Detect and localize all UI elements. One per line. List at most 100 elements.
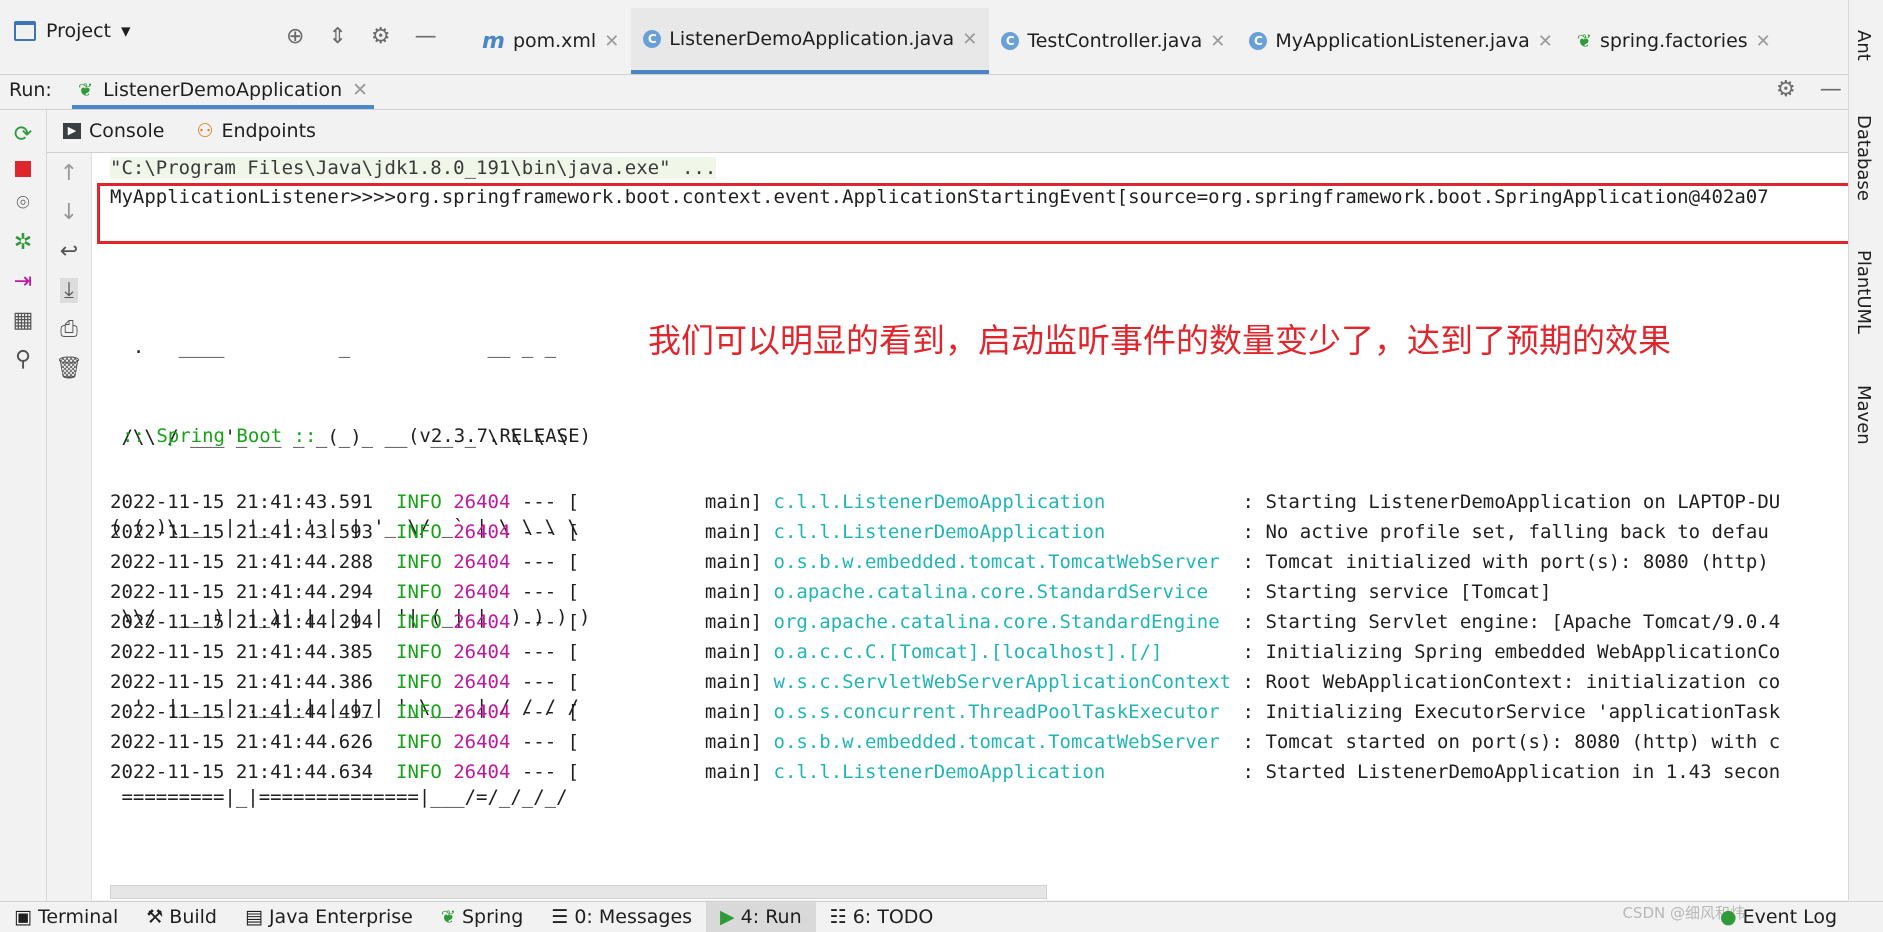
close-icon[interactable]: ✕ — [1756, 31, 1771, 52]
log-logger: w.s.c.ServletWebServerApplicationContext — [773, 671, 1232, 693]
minimize-icon[interactable]: — — [1820, 77, 1842, 102]
arrow-down-icon[interactable]: ↓ — [60, 200, 78, 225]
banner-line: . ____ _ __ _ _ — [110, 336, 557, 358]
log-timestamp: 2022-11-15 21:41:44.634 — [110, 761, 374, 783]
log-timestamp: 2022-11-15 21:41:44.385 — [110, 641, 374, 663]
tab-endpoints[interactable]: ⚇ Endpoints — [180, 110, 332, 152]
pin-icon[interactable]: ⚲ — [15, 347, 31, 372]
tool-spring[interactable]: ❦ Spring — [427, 902, 537, 932]
tool-ant[interactable]: Ant — [1853, 30, 1874, 61]
log-message: Initializing ExecutorService 'applicatio… — [1265, 701, 1781, 723]
annotation-text: 我们可以明显的看到，启动监听事件的数量变少了，达到了预期的效果 — [648, 321, 1671, 360]
enterprise-icon: ▤ — [245, 906, 263, 928]
breadcrumb-strip — [0, 0, 1883, 8]
log-timestamp: 2022-11-15 21:41:44.386 — [110, 671, 374, 693]
arrow-up-icon[interactable]: ↑ — [60, 161, 78, 186]
exit-icon[interactable]: ⇥ — [14, 269, 32, 294]
chevron-down-icon[interactable]: ▾ — [121, 20, 131, 42]
endpoints-icon: ⚇ — [196, 120, 214, 142]
spring-leaf-icon: ❦ — [440, 906, 456, 928]
event-log-button[interactable]: ● Event Log — [1720, 906, 1837, 928]
gear-icon[interactable]: ⚙ — [1776, 77, 1796, 102]
log-level: INFO — [396, 491, 442, 513]
log-timestamp: 2022-11-15 21:41:43.591 — [110, 491, 374, 513]
layout-icon[interactable]: ▦ — [13, 308, 34, 333]
close-icon[interactable]: ✕ — [604, 31, 619, 52]
run-label: Run: — [9, 79, 52, 101]
log-thread: main — [704, 581, 751, 603]
project-panel-header[interactable]: Project ▾ — [14, 20, 131, 42]
collapse-icon[interactable]: ⇕ — [328, 24, 346, 49]
log-thread: main — [704, 641, 751, 663]
tab-spring-factories[interactable]: ❦ spring.factories ✕ — [1565, 8, 1783, 74]
stop-icon[interactable] — [15, 161, 31, 177]
run-icon: ▶ — [720, 906, 735, 928]
close-icon[interactable]: ✕ — [1210, 31, 1225, 52]
tab-test-controller[interactable]: C TestController.java ✕ — [989, 8, 1237, 74]
log-thread: main — [704, 551, 751, 573]
run-config-name: ListenerDemoApplication — [103, 79, 343, 101]
close-icon[interactable]: ✕ — [962, 29, 977, 50]
tool-maven[interactable]: Maven — [1853, 385, 1874, 445]
editor-tabs: m pom.xml ✕ C ListenerDemoApplication.ja… — [470, 8, 1783, 74]
spring-run-icon: ❦ — [78, 79, 94, 101]
print-icon[interactable]: ⎙ — [60, 317, 78, 342]
log-thread: main — [704, 701, 751, 723]
console-icon: ▶ — [63, 123, 81, 139]
log-thread: main — [704, 491, 751, 513]
log-thread: main — [704, 611, 751, 633]
log-pid: 26404 — [453, 491, 511, 513]
log-level: INFO — [396, 701, 442, 723]
log-message: Starting ListenerDemoApplication on LAPT… — [1265, 491, 1781, 513]
run-config-tab[interactable]: ❦ ListenerDemoApplication ✕ — [72, 75, 375, 109]
tab-listener-demo-application[interactable]: C ListenerDemoApplication.java ✕ — [631, 8, 990, 74]
crosshair-icon[interactable]: ⊕ — [286, 24, 304, 49]
spring-class-icon: C — [643, 30, 662, 48]
spring-boot-version: (v2.3.7.RELEASE) — [407, 425, 592, 447]
scroll-to-end-icon[interactable]: ⤓ — [60, 278, 78, 303]
log-pid: 26404 — [453, 761, 511, 783]
tool-plantuml[interactable]: PlantUML — [1853, 250, 1874, 334]
run-subtabs: ▶ Console ⚇ Endpoints — [47, 110, 1848, 153]
gear-icon[interactable]: ⚙ — [371, 24, 391, 49]
run-left-toolbar: ⟳ ⌾ ✲ ⇥ ▦ ⚲ — [0, 110, 47, 912]
camera-icon[interactable]: ⌾ — [16, 191, 29, 216]
log-line: 2022-11-15 21:41:44.386 INFO 26404 --- [… — [110, 671, 1781, 693]
tab-pom-xml[interactable]: m pom.xml ✕ — [470, 8, 631, 74]
log-line: 2022-11-15 21:41:44.626 INFO 26404 --- [… — [110, 731, 1781, 753]
tab-console[interactable]: ▶ Console — [47, 110, 180, 152]
trash-icon[interactable]: 🗑 — [55, 356, 83, 381]
bottom-tool-bar: ▣ Terminal ⚒ Build ▤ Java Enterprise ❦ Sprin… — [0, 901, 1883, 932]
spring-boot-label: :: Spring Boot :: — [122, 425, 317, 447]
horizontal-scrollbar[interactable] — [110, 885, 1047, 899]
tool-terminal[interactable]: ▣ Terminal — [0, 902, 132, 932]
log-pid: 26404 — [453, 701, 511, 723]
log-line: 2022-11-15 21:41:44.288 INFO 26404 --- [… — [110, 551, 1769, 573]
log-timestamp: 2022-11-15 21:41:44.294 — [110, 611, 374, 633]
log-timestamp: 2022-11-15 21:41:44.288 — [110, 551, 374, 573]
log-message: Started ListenerDemoApplication in 1.43 … — [1265, 761, 1781, 783]
tool-messages[interactable]: ☰ 0: Messages — [537, 902, 706, 932]
tool-run[interactable]: ▶ 4: Run — [706, 902, 816, 932]
tool-database[interactable]: Database — [1853, 115, 1874, 201]
tool-build[interactable]: ⚒ Build — [132, 902, 231, 932]
tool-todo[interactable]: ☷ 6: TODO — [816, 902, 948, 932]
close-icon[interactable]: ✕ — [352, 79, 368, 101]
log-line: 2022-11-15 21:41:44.294 INFO 26404 --- [… — [110, 611, 1781, 633]
log-message: Tomcat started on port(s): 8080 (http) w… — [1265, 731, 1781, 753]
log-logger: org.apache.catalina.core.StandardEngine — [773, 611, 1232, 633]
event-log-icon: ● — [1720, 906, 1737, 928]
tab-my-application-listener[interactable]: C MyApplicationListener.java ✕ — [1237, 8, 1564, 74]
spring-leaf-icon: ❦ — [1576, 30, 1592, 52]
java-command-line: "C:\Program Files\Java\jdk1.8.0_191\bin\… — [110, 157, 717, 179]
close-icon[interactable]: ✕ — [1538, 31, 1553, 52]
maven-icon: m — [482, 28, 505, 54]
soft-wrap-icon[interactable]: ↩ — [60, 239, 78, 264]
log-logger: c.l.l.ListenerDemoApplication — [773, 521, 1232, 543]
todo-icon: ☷ — [829, 906, 847, 928]
tool-java-enterprise[interactable]: ▤ Java Enterprise — [231, 902, 427, 932]
rerun-icon[interactable]: ⟳ — [14, 122, 32, 147]
debug-icon[interactable]: ✲ — [14, 230, 32, 255]
log-level: INFO — [396, 761, 442, 783]
minimize-icon[interactable]: — — [415, 24, 437, 49]
